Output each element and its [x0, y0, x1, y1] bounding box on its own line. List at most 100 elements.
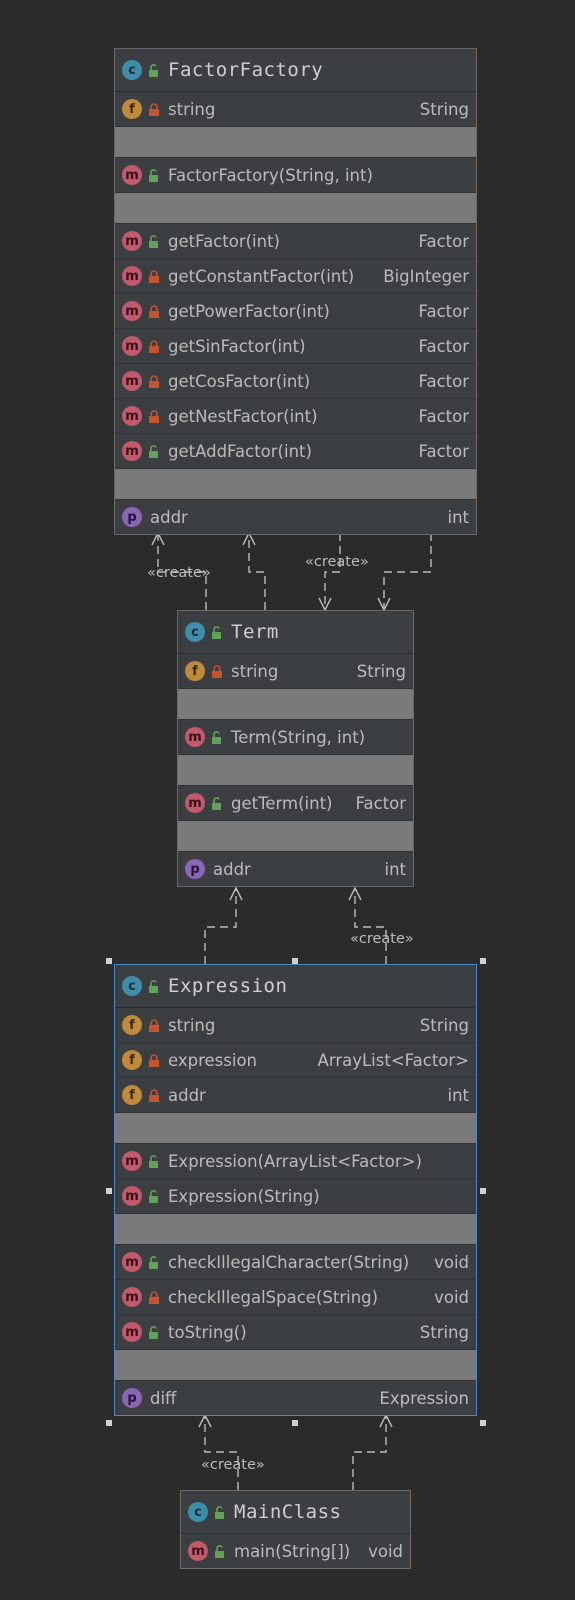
method-row[interactable]: m getPowerFactor(int) Factor	[115, 294, 476, 329]
constructor-name: Expression(String)	[168, 1186, 320, 1206]
class-expression[interactable]: c Expression f string String f expressio…	[114, 964, 477, 1416]
public-icon	[149, 168, 158, 182]
field-icon: f	[122, 1085, 142, 1105]
method-row[interactable]: m getNestFactor(int) Factor	[115, 399, 476, 434]
selection-handle[interactable]	[106, 1188, 112, 1194]
selection-handle[interactable]	[480, 1420, 486, 1426]
edge-expression-term-create	[354, 888, 387, 964]
method-type: Factor	[418, 336, 469, 356]
class-name: Term	[231, 621, 279, 643]
constructor-row[interactable]: m FactorFactory(String, int)	[115, 158, 476, 193]
class-header[interactable]: c Expression	[115, 965, 476, 1008]
method-icon: m	[122, 336, 142, 356]
selection-handle[interactable]	[292, 1420, 298, 1426]
method-name: getConstantFactor(int)	[168, 266, 355, 286]
class-icon: c	[188, 1502, 208, 1522]
private-icon	[149, 304, 159, 318]
method-type: void	[368, 1541, 403, 1561]
field-row[interactable]: f string String	[115, 1008, 476, 1043]
section-separator	[178, 755, 413, 786]
public-icon	[212, 625, 221, 639]
selection-handle[interactable]	[106, 1420, 112, 1426]
class-header[interactable]: c Term	[178, 611, 413, 654]
private-icon	[212, 664, 222, 678]
method-row[interactable]: m getCosFactor(int) Factor	[115, 364, 476, 399]
method-row[interactable]: m checkIllegalCharacter(String) void	[115, 1245, 476, 1280]
public-icon	[149, 1189, 158, 1203]
private-icon	[149, 269, 159, 283]
public-icon	[215, 1505, 224, 1519]
field-icon: f	[185, 661, 205, 681]
method-row[interactable]: m getConstantFactor(int) BigInteger	[115, 259, 476, 294]
method-icon: m	[122, 266, 142, 286]
section-separator	[115, 1350, 476, 1381]
create-label: «create»	[305, 554, 369, 570]
edge-factory-term	[383, 533, 432, 610]
section-separator	[178, 821, 413, 852]
method-icon: m	[185, 793, 205, 813]
method-type: Factor	[418, 371, 469, 391]
class-term[interactable]: c Term f string String m Term(String, in…	[177, 610, 414, 887]
field-row[interactable]: f addr int	[115, 1078, 476, 1113]
method-icon: m	[122, 301, 142, 321]
method-row[interactable]: m getTerm(int) Factor	[178, 786, 413, 821]
create-label: «create»	[147, 565, 211, 581]
method-type: Factor	[418, 231, 469, 251]
method-name: getNestFactor(int)	[168, 406, 318, 426]
public-icon	[149, 234, 158, 248]
method-icon: m	[122, 1151, 142, 1171]
field-row[interactable]: f expression ArrayList<Factor>	[115, 1043, 476, 1078]
field-type: String	[419, 99, 469, 119]
property-row[interactable]: p addr int	[115, 500, 476, 534]
class-mainclass[interactable]: c MainClass m main(String[]) void	[180, 1490, 411, 1569]
class-factorfactory[interactable]: c FactorFactory f string String m Factor…	[114, 48, 477, 535]
method-row[interactable]: m toString() String	[115, 1315, 476, 1350]
section-separator	[115, 127, 476, 158]
method-icon: m	[122, 165, 142, 185]
constructor-row[interactable]: m Expression(ArrayList<Factor>)	[115, 1144, 476, 1179]
class-name: Expression	[168, 975, 288, 997]
class-header[interactable]: c FactorFactory	[115, 49, 476, 92]
method-name: checkIllegalSpace(String)	[168, 1287, 379, 1307]
property-row[interactable]: p diff Expression	[115, 1381, 476, 1415]
constructor-row[interactable]: m Term(String, int)	[178, 720, 413, 755]
property-type: int	[384, 859, 406, 879]
class-icon: c	[185, 622, 205, 642]
method-name: getSinFactor(int)	[168, 336, 306, 356]
public-icon	[149, 63, 158, 77]
method-row[interactable]: m getAddFactor(int) Factor	[115, 434, 476, 469]
constructor-row[interactable]: m Expression(String)	[115, 1179, 476, 1214]
edge-expression-term	[204, 888, 237, 964]
property-row[interactable]: p addr int	[178, 852, 413, 886]
field-row[interactable]: f string String	[115, 92, 476, 127]
private-icon	[149, 1088, 159, 1102]
selection-handle[interactable]	[480, 958, 486, 964]
property-type: Expression	[379, 1388, 469, 1408]
method-name: getFactor(int)	[168, 231, 280, 251]
field-row[interactable]: f string String	[178, 654, 413, 689]
class-header[interactable]: c MainClass	[181, 1491, 410, 1534]
selection-handle[interactable]	[106, 958, 112, 964]
constructor-name: Term(String, int)	[231, 727, 366, 747]
create-label: «create»	[201, 1457, 265, 1473]
private-icon	[149, 339, 159, 353]
public-icon	[149, 979, 158, 993]
method-row[interactable]: m checkIllegalSpace(String) void	[115, 1280, 476, 1315]
public-icon	[212, 796, 221, 810]
field-icon: f	[122, 1050, 142, 1070]
method-row[interactable]: m getFactor(int) Factor	[115, 224, 476, 259]
method-name: getPowerFactor(int)	[168, 301, 330, 321]
edge-factory-term-create	[324, 533, 341, 610]
method-row[interactable]: m main(String[]) void	[181, 1534, 410, 1568]
method-icon: m	[122, 406, 142, 426]
selection-handle[interactable]	[480, 1188, 486, 1194]
property-icon: p	[185, 859, 205, 879]
public-icon	[215, 1544, 224, 1558]
section-separator	[115, 193, 476, 224]
section-separator	[178, 689, 413, 720]
private-icon	[149, 1053, 159, 1067]
public-icon	[149, 444, 158, 458]
method-type: Factor	[418, 301, 469, 321]
field-type: String	[356, 661, 406, 681]
method-row[interactable]: m getSinFactor(int) Factor	[115, 329, 476, 364]
